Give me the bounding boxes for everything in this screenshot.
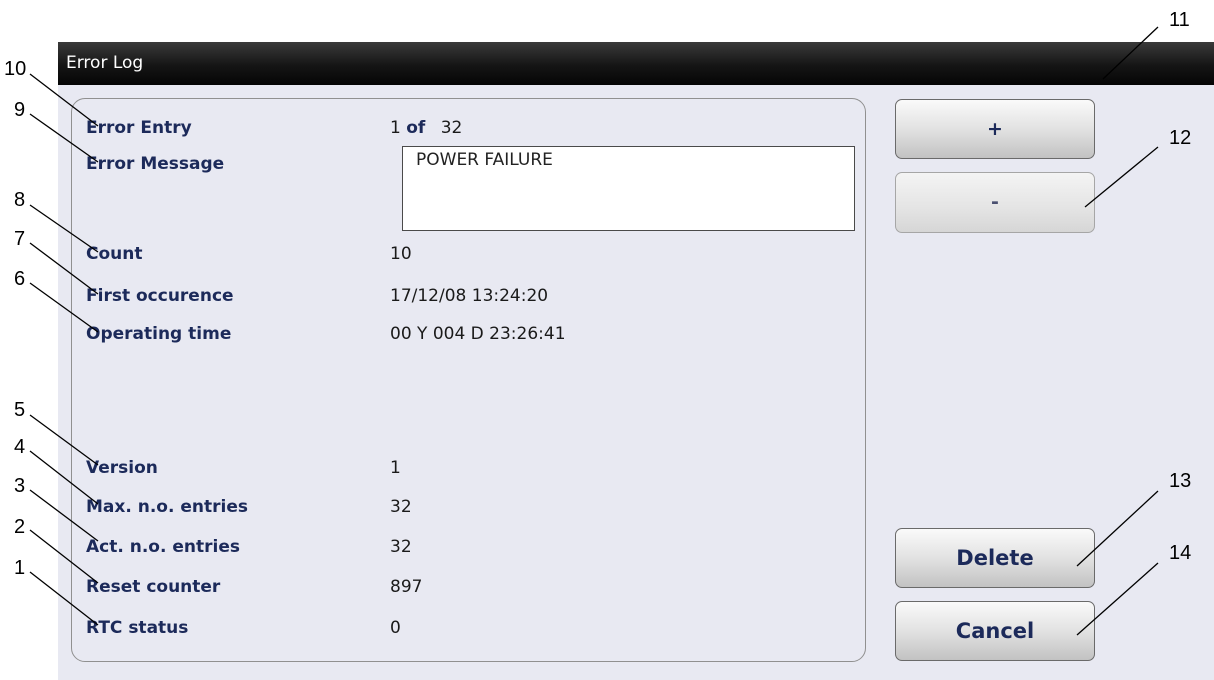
callout-5: 5 — [14, 399, 26, 421]
callout-line-7 — [29, 242, 99, 295]
callout-13: 13 — [1169, 470, 1192, 492]
callout-line-3 — [29, 489, 99, 542]
callout-line-4 — [29, 450, 99, 505]
callout-line-2 — [29, 529, 99, 584]
callout-2: 2 — [14, 516, 26, 538]
callout-14: 14 — [1169, 542, 1192, 564]
callout-line-8 — [29, 204, 99, 253]
callout-line-11 — [1102, 26, 1159, 80]
callout-line-10 — [29, 73, 99, 127]
callout-line-14 — [1076, 562, 1159, 636]
callout-11: 11 — [1169, 9, 1190, 31]
callout-line-6 — [29, 282, 99, 333]
callout-6: 6 — [14, 268, 26, 290]
callout-9: 9 — [14, 99, 26, 121]
callout-8: 8 — [14, 189, 26, 211]
callout-4: 4 — [14, 436, 26, 458]
callout-1: 1 — [14, 557, 26, 579]
callout-line-1 — [29, 571, 99, 626]
callout-lines — [29, 26, 1159, 636]
callout-line-13 — [1076, 490, 1159, 567]
callout-line-5 — [29, 414, 99, 466]
callout-line-12 — [1084, 146, 1159, 208]
callout-7: 7 — [14, 228, 26, 250]
callout-line-9 — [29, 113, 99, 163]
callout-3: 3 — [14, 475, 26, 497]
callout-10: 10 — [4, 58, 27, 80]
callout-12: 12 — [1169, 127, 1192, 149]
